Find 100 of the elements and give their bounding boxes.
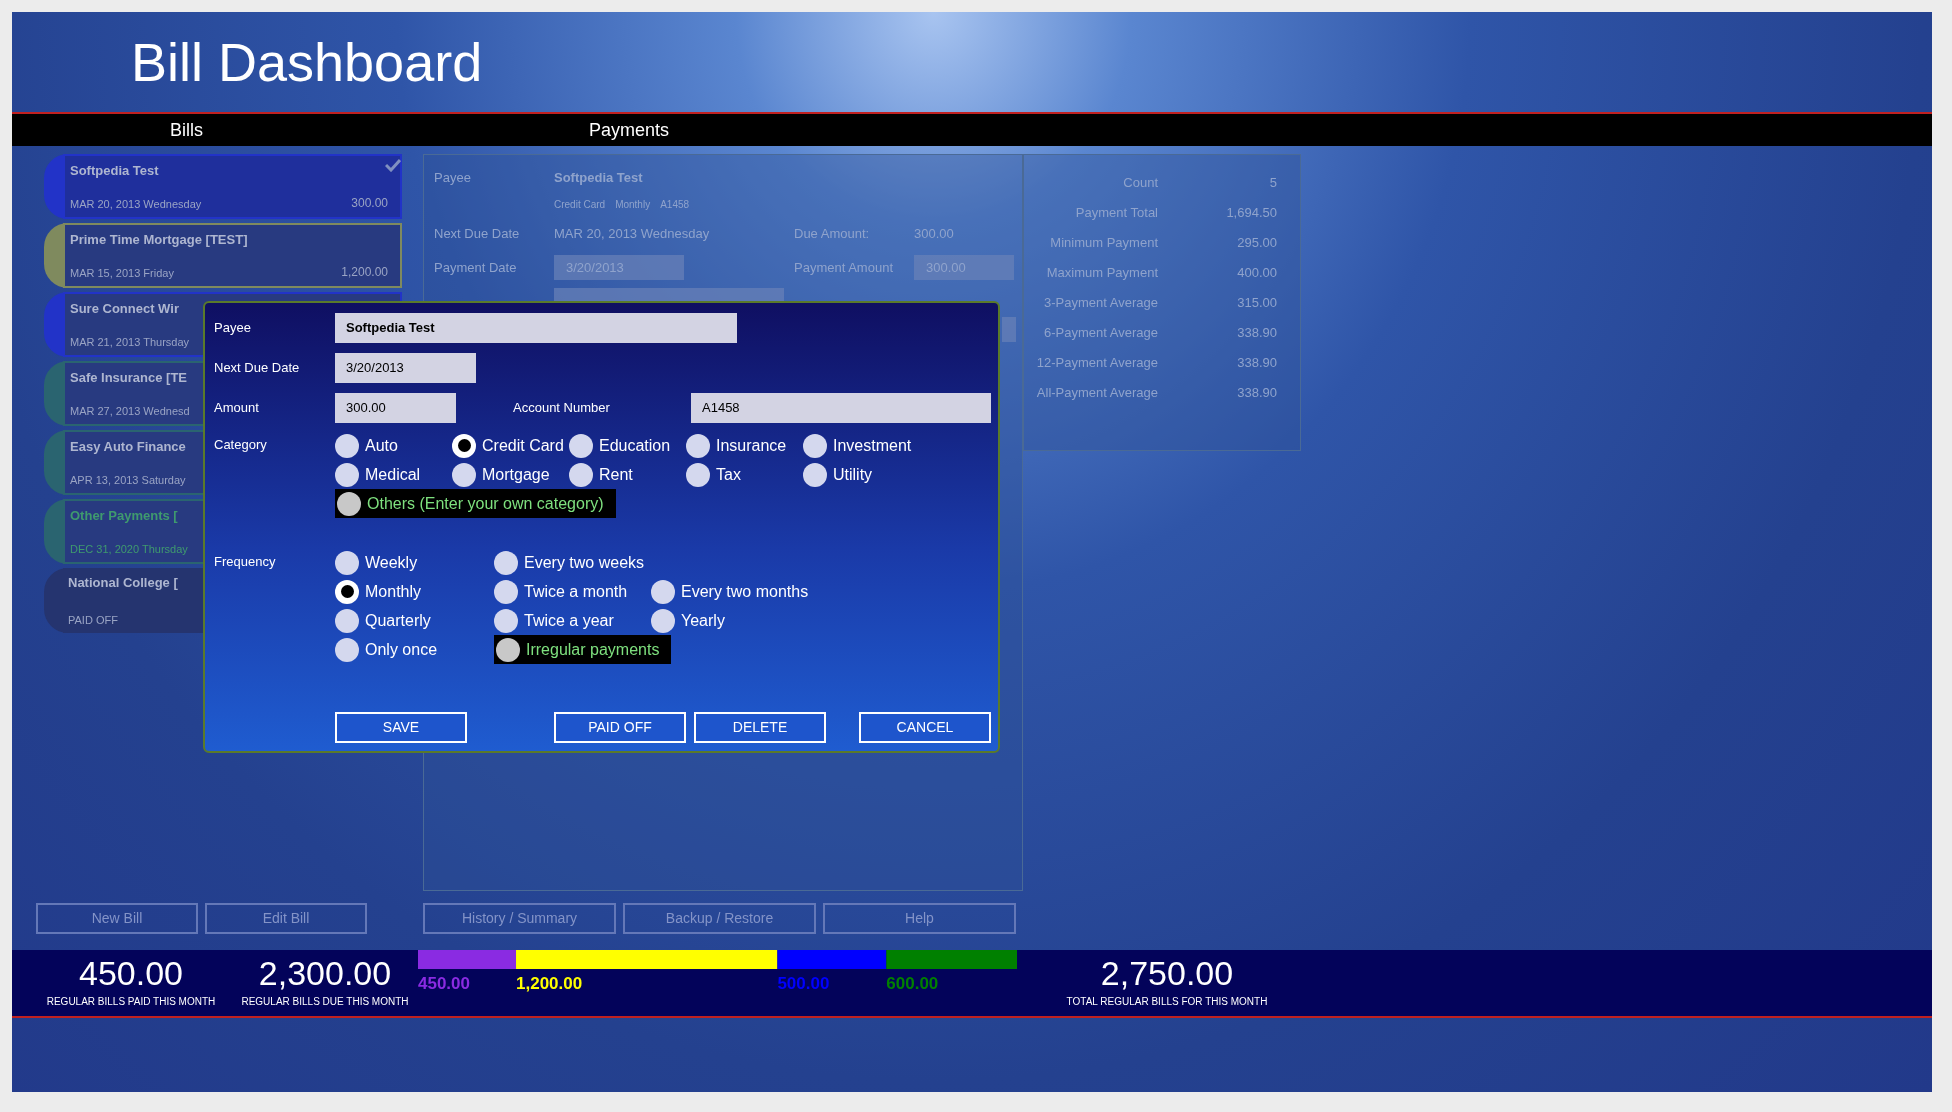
dialog-button[interactable]: SAVE [335, 712, 467, 743]
payment-action-button[interactable]: Help [823, 903, 1016, 934]
option-label: Utility [833, 464, 873, 485]
option-label: Others (Enter your own category) [367, 493, 604, 514]
option-label: Weekly [365, 552, 418, 573]
radio-button[interactable] [569, 433, 593, 458]
radio-button[interactable] [651, 579, 675, 604]
field-label: Next Due Date [213, 359, 301, 378]
radio-button[interactable] [494, 550, 518, 575]
radio-button[interactable] [803, 433, 827, 458]
field-label: Payee [213, 319, 252, 338]
payment-action-button[interactable]: Backup / Restore [623, 903, 816, 934]
field-label: Next Due Date [434, 225, 521, 244]
option-label: Education [599, 435, 671, 456]
bill-date: MAR 15, 2013 Friday [70, 265, 174, 281]
stat-value: 338.90 [1236, 354, 1277, 373]
option-label: Every two weeks [524, 552, 645, 573]
radio-button[interactable] [803, 462, 827, 487]
field-label: Payment Amount [794, 258, 894, 277]
stat-value: 338.90 [1236, 384, 1277, 403]
radio-button[interactable] [686, 462, 710, 487]
date-field[interactable]: 3/20/2013 [335, 353, 476, 383]
field-label: Frequency [213, 553, 277, 571]
bill-name: Safe Insurance [TE [70, 369, 188, 387]
option-label: Monthly [365, 581, 422, 602]
radio-button[interactable] [452, 462, 476, 487]
radio-button[interactable] [335, 462, 359, 487]
option-label: Medical [365, 464, 421, 485]
dialog-button[interactable]: CANCEL [859, 712, 991, 743]
bill-name: Prime Time Mortgage [TEST] [70, 231, 248, 249]
radio-button[interactable] [452, 433, 476, 458]
stat-value: 315.00 [1236, 294, 1277, 313]
stat-label: Maximum Payment [1045, 264, 1158, 283]
stat-label: Minimum Payment [1049, 234, 1158, 253]
due-date: MAR 20, 2013 Wednesday [554, 225, 711, 244]
bill-tag: Monthly [615, 196, 651, 212]
radio-button[interactable] [651, 608, 675, 633]
bill-card[interactable]: Prime Time Mortgage [TEST] MAR 15, 2013 Friday 1,200.00 [44, 223, 402, 288]
summary-caption: REGULAR BILLS DUE THIS MONTH [241, 995, 409, 1009]
option-label: Auto [365, 435, 398, 456]
radio-button[interactable] [335, 637, 359, 662]
payee-name: Softpedia Test [554, 169, 643, 188]
option-label: Twice a month [524, 581, 628, 602]
field-label: Payment Date [434, 258, 518, 277]
bill-card[interactable]: Softpedia Test MAR 20, 2013 Wednesday 300.00 [44, 154, 402, 219]
radio-button[interactable] [494, 579, 518, 604]
section-heading: Bills [170, 118, 203, 142]
bill-name: Easy Auto Finance [70, 438, 186, 456]
radio-button[interactable] [569, 462, 593, 487]
stat-label: 3-Payment Average [1043, 294, 1158, 313]
stat-value: 295.00 [1236, 234, 1277, 253]
section-heading: Payments [589, 118, 670, 142]
stat-label: 12-Payment Average [1035, 354, 1158, 373]
stat-value: 5 [1268, 174, 1277, 193]
option-label: Rent [599, 464, 633, 485]
field-label: Amount [213, 399, 260, 418]
option-label: Mortgage [482, 464, 550, 485]
bill-date: MAR 21, 2013 Thursday [70, 334, 190, 350]
radio-button[interactable] [335, 550, 359, 575]
option-label: Quarterly [365, 610, 431, 631]
field-label: Due Amount: [794, 225, 871, 244]
radio-button[interactable] [496, 637, 520, 662]
dialog-button[interactable]: DELETE [694, 712, 826, 743]
bill-date: DEC 31, 2020 Thursday [70, 541, 188, 557]
radio-button[interactable] [335, 433, 359, 458]
radio-button[interactable] [494, 608, 518, 633]
field-label: Payee [434, 169, 472, 188]
dialog-button[interactable]: PAID OFF [554, 712, 686, 743]
bill-name: National College [ [68, 574, 178, 592]
data-label: 500.00 [777, 974, 830, 993]
bill-action-button[interactable]: New Bill [36, 903, 198, 934]
radio-button[interactable] [337, 491, 361, 516]
stat-value: 338.90 [1236, 324, 1277, 343]
bill-tag: Credit Card [554, 196, 606, 212]
option-label: Every two months [681, 581, 809, 602]
option-label: Irregular payments [526, 639, 660, 660]
bill-name: Sure Connect Wir [70, 300, 179, 318]
stat-value: 1,694.50 [1225, 204, 1277, 223]
option-label: Yearly [681, 610, 725, 631]
stat-label: Count [1122, 174, 1158, 193]
payment-action-button[interactable]: History / Summary [423, 903, 616, 934]
account-number-field[interactable]: A1458 [691, 393, 991, 423]
stat-label: All-Payment Average [1035, 384, 1158, 403]
stat-value: 400.00 [1236, 264, 1277, 283]
bill-amount: 300.00 [351, 195, 388, 212]
amount-field[interactable]: 300.00 [335, 393, 456, 423]
data-label: 1,200.00 [516, 974, 583, 993]
data-label: 450.00 [418, 974, 470, 993]
bill-tag: A1458 [660, 196, 690, 212]
bill-date: APR 13, 2013 Saturday [70, 472, 186, 488]
bill-name: Other Payments [ [70, 507, 178, 525]
radio-button[interactable] [335, 608, 359, 633]
window-title: Bill Dashboard [131, 35, 483, 89]
radio-button[interactable] [686, 433, 710, 458]
field-label: Category [213, 436, 268, 454]
radio-button[interactable] [335, 579, 359, 604]
bill-date: PAID OFF [68, 612, 118, 628]
payee-field[interactable]: Softpedia Test [335, 313, 737, 343]
input-field[interactable] [1002, 317, 1016, 342]
bill-action-button[interactable]: Edit Bill [205, 903, 367, 934]
